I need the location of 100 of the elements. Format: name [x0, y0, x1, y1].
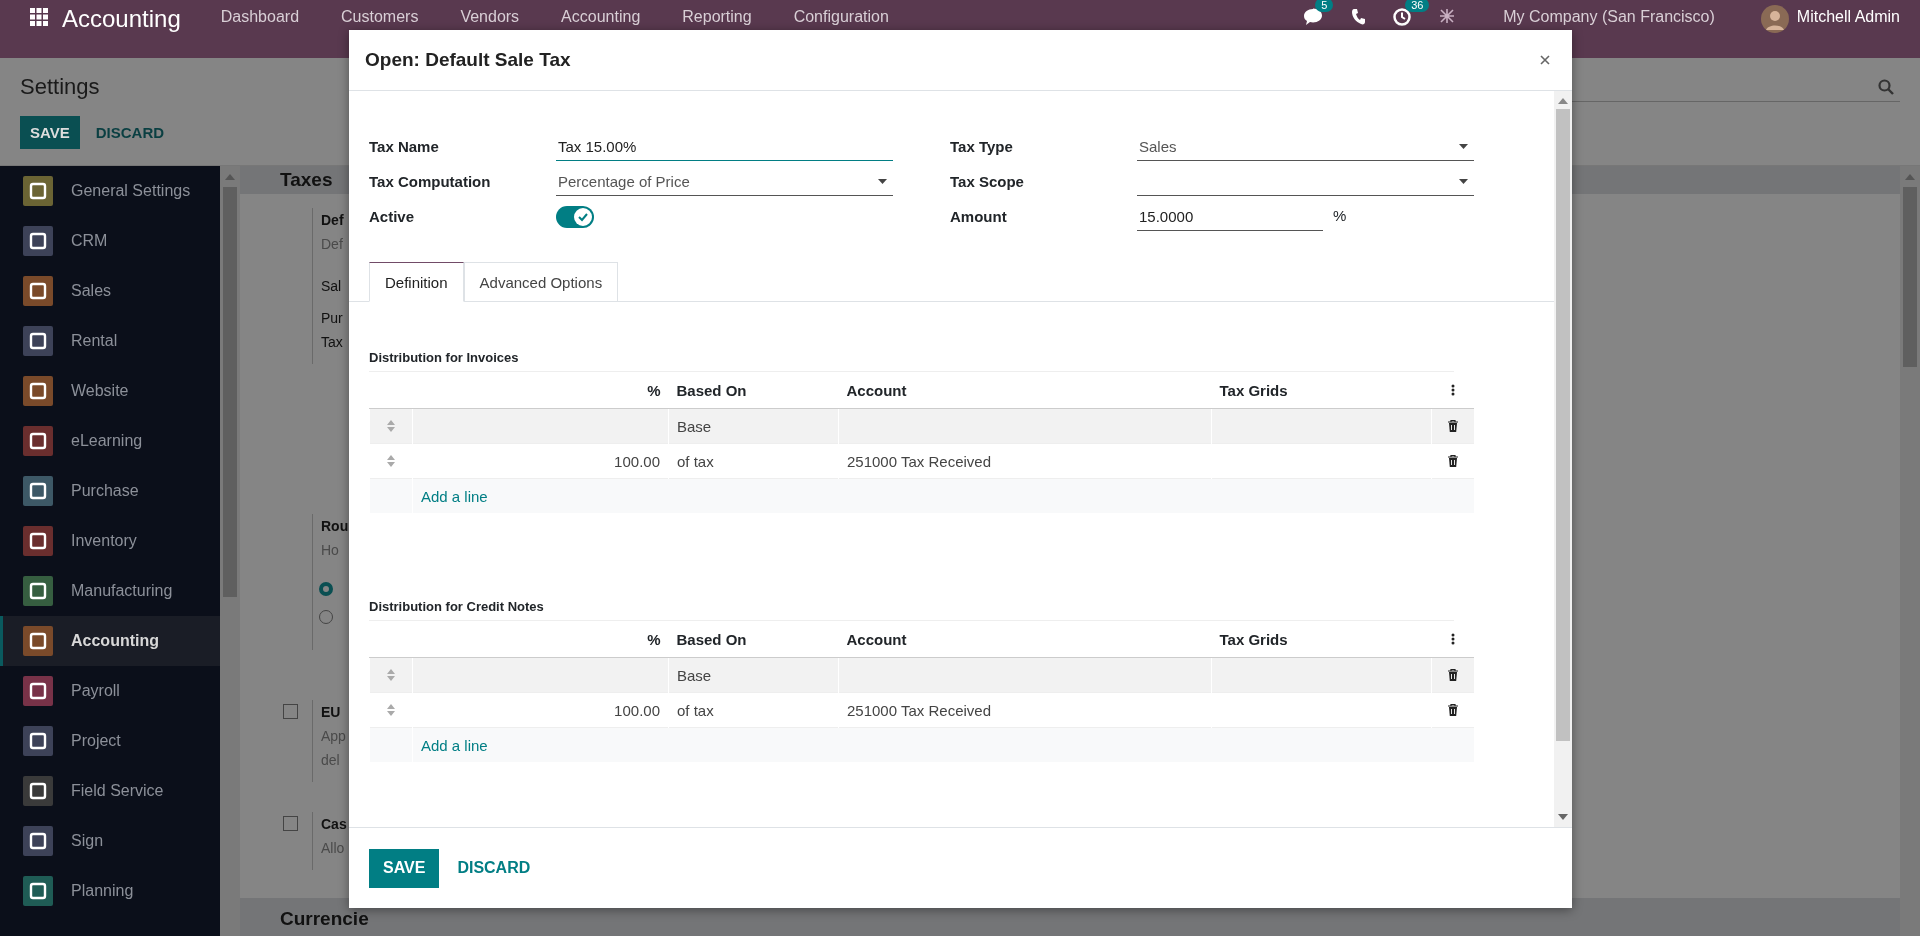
breadcrumb: Settings: [20, 74, 100, 100]
section-title: Taxes: [280, 169, 333, 191]
setting-text: Def: [321, 211, 344, 230]
sidebar-item[interactable]: Payroll: [0, 666, 220, 716]
tab[interactable]: Advanced Options: [463, 262, 619, 302]
chat-icon[interactable]: [1303, 8, 1324, 26]
sidebar-item[interactable]: Purchase: [0, 466, 220, 516]
scrollbar[interactable]: [1554, 91, 1572, 827]
drag-handle-icon[interactable]: [387, 454, 395, 467]
trash-icon[interactable]: [1448, 419, 1458, 432]
sidebar-item[interactable]: General Settings: [0, 166, 220, 216]
user-menu[interactable]: Mitchell Admin: [1796, 8, 1900, 26]
drag-handle-icon[interactable]: [387, 419, 395, 432]
setting-text: Ho: [321, 541, 340, 560]
select-field[interactable]: Percentage of Price: [556, 167, 893, 196]
checkbox[interactable]: [283, 816, 298, 831]
scrollbar[interactable]: [220, 166, 240, 936]
setting-text: Pur: [321, 309, 344, 328]
scrollbar[interactable]: [1900, 166, 1920, 936]
search-icon[interactable]: [1878, 78, 1894, 95]
sidebar-item[interactable]: Rental: [0, 316, 220, 366]
setting-text: del: [321, 751, 341, 770]
column-header[interactable]: Based On: [668, 621, 839, 658]
toggle-switch[interactable]: [556, 205, 594, 228]
field-label: Amount: [950, 208, 1008, 225]
scroll-thumb[interactable]: [1556, 109, 1570, 741]
radio-button[interactable]: [319, 582, 333, 596]
setting-text: EU: [321, 703, 342, 722]
kebab-menu-icon[interactable]: [1450, 383, 1455, 396]
select-field[interactable]: Sales: [1137, 132, 1474, 161]
save-button[interactable]: SAVE: [369, 848, 440, 888]
sidebar-item[interactable]: eLearning: [0, 416, 220, 466]
clock-icon[interactable]: [1393, 8, 1412, 26]
column-header[interactable]: Account: [838, 621, 1212, 658]
section-title: Currencie: [280, 908, 369, 930]
unit-label: %: [1333, 205, 1347, 224]
drag-handle-icon[interactable]: [387, 668, 395, 681]
scroll-up-icon[interactable]: [1558, 98, 1568, 104]
sidebar-item[interactable]: Manufacturing: [0, 566, 220, 616]
app-title[interactable]: Accounting: [62, 5, 181, 33]
sidebar-item[interactable]: Project: [0, 716, 220, 766]
phone-icon[interactable]: [1351, 8, 1366, 26]
column-header[interactable]: %: [412, 372, 669, 409]
kebab-menu-icon[interactable]: [1450, 632, 1455, 645]
column-header[interactable]: %: [412, 621, 669, 658]
menu-item[interactable]: Configuration: [793, 8, 889, 26]
discard-button[interactable]: DISCARD: [443, 848, 545, 888]
scroll-thumb[interactable]: [1903, 187, 1917, 367]
tab[interactable]: Definition: [369, 262, 464, 302]
close-icon[interactable]: [1540, 55, 1550, 65]
sidebar-item[interactable]: Sign: [0, 816, 220, 866]
sidebar-item[interactable]: Sales: [0, 266, 220, 316]
caret-icon: [878, 178, 887, 184]
sidebar-item[interactable]: Field Service: [0, 766, 220, 816]
sidebar-item[interactable]: Accounting: [0, 616, 220, 666]
scroll-thumb[interactable]: [223, 187, 237, 597]
column-header[interactable]: Based On: [668, 372, 839, 409]
table-cell: 100.00: [614, 452, 660, 470]
setting-text: Allo: [321, 839, 346, 858]
setting-text: Cas: [321, 815, 347, 834]
count-badge: 36: [1405, 0, 1430, 12]
trash-icon[interactable]: [1448, 454, 1458, 467]
field-label: Tax Name: [369, 138, 440, 155]
setting-text: Sal: [321, 277, 343, 296]
scroll-down-icon[interactable]: [1558, 814, 1568, 820]
add-line-link[interactable]: Add a line: [421, 487, 488, 505]
menu-item[interactable]: Customers: [341, 8, 419, 26]
trash-icon[interactable]: [1448, 703, 1458, 716]
save-button[interactable]: SAVE: [20, 116, 80, 149]
sidebar-item[interactable]: Planning: [0, 866, 220, 916]
table-cell: Base: [677, 417, 712, 435]
setting-text: Tax: [321, 333, 344, 352]
field-label: Tax Type: [950, 138, 1014, 155]
section-title: Distribution for Invoices: [369, 350, 1454, 372]
caret-icon: [1459, 143, 1468, 149]
setting-text: App: [321, 727, 346, 746]
add-line-link[interactable]: Add a line: [421, 736, 488, 754]
text-field[interactable]: 15.0000: [1137, 202, 1323, 231]
trash-icon[interactable]: [1448, 668, 1458, 681]
column-header[interactable]: Tax Grids: [1211, 372, 1432, 409]
column-header[interactable]: Account: [838, 372, 1212, 409]
section-title: Distribution for Credit Notes: [369, 599, 1454, 621]
apps-grid-icon[interactable]: [30, 8, 48, 26]
drag-handle-icon[interactable]: [387, 703, 395, 716]
sidebar-item[interactable]: CRM: [0, 216, 220, 266]
sidebar-item[interactable]: Inventory: [0, 516, 220, 566]
count-badge: 5: [1315, 0, 1334, 12]
menu-item[interactable]: Dashboard: [220, 8, 300, 26]
column-header[interactable]: Tax Grids: [1211, 621, 1432, 658]
avatar-icon[interactable]: [1760, 5, 1789, 33]
field-label: Tax Scope: [950, 173, 1025, 190]
checkbox[interactable]: [283, 704, 298, 719]
menu-item[interactable]: Accounting: [561, 8, 641, 26]
company-switcher[interactable]: My Company (San Francisco): [1503, 8, 1715, 26]
menu-item[interactable]: Reporting: [682, 8, 752, 26]
sidebar-item[interactable]: Website: [0, 366, 220, 416]
text-field[interactable]: Tax 15.00%: [556, 132, 893, 161]
table-cell: of tax: [677, 452, 714, 470]
caret-icon: [1459, 178, 1468, 184]
menu-item[interactable]: Vendors: [460, 8, 520, 26]
